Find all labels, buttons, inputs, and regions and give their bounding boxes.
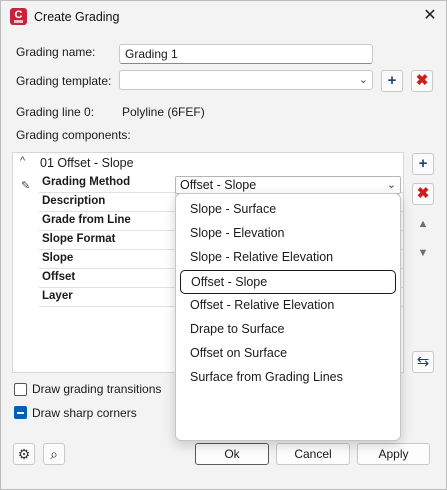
property-name: Description	[42, 195, 106, 207]
draw-transitions-label: Draw grading transitions	[32, 382, 162, 396]
add-component-button[interactable]: +	[412, 153, 434, 175]
gear-icon: ⚙	[17, 446, 31, 462]
swap-icon: ⇆	[416, 353, 430, 370]
move-down-icon: ▼	[417, 247, 429, 259]
grading-line-label: Grading line 0:	[16, 105, 95, 119]
dropdown-option[interactable]: Slope - Surface	[180, 198, 396, 222]
close-button[interactable]: ✕	[417, 4, 443, 30]
property-name: Slope Format	[42, 233, 116, 245]
property-name: Slope	[42, 252, 74, 264]
property-name: Grade from Line	[42, 214, 131, 226]
collapse-caret-icon[interactable]: ^	[20, 155, 25, 167]
draw-sharp-corners-label: Draw sharp corners	[32, 406, 137, 420]
move-up-button[interactable]: ▲	[412, 212, 434, 234]
grading-template-select[interactable]: ⌄	[119, 70, 373, 90]
plus-icon: +	[418, 155, 428, 172]
chevron-down-icon: ⌄	[386, 179, 396, 191]
title-bar: C Create Grading ✕	[1, 1, 446, 33]
swap-button[interactable]: ⇆	[412, 351, 434, 373]
dropdown-option[interactable]: Drape to Surface	[180, 318, 396, 342]
dropdown-option[interactable]: Slope - Elevation	[180, 222, 396, 246]
pencil-icon: ✎	[21, 180, 31, 192]
settings-button[interactable]: ⚙	[13, 443, 35, 465]
dialog-title: Create Grading	[34, 10, 120, 24]
property-name: Layer	[42, 290, 73, 302]
grading-method-dropdown[interactable]: Slope - Surface Slope - Elevation Slope …	[175, 193, 401, 441]
property-name: Grading Method	[42, 176, 131, 188]
zoom-button[interactable]: ⌕	[43, 443, 65, 465]
draw-transitions-checkbox[interactable]	[14, 383, 27, 396]
app-icon: C	[10, 8, 27, 25]
add-template-button[interactable]: +	[381, 70, 403, 92]
ok-button[interactable]: Ok	[195, 443, 269, 465]
property-name: Offset	[42, 271, 76, 283]
move-down-button[interactable]: ▼	[412, 241, 434, 263]
create-grading-dialog: C Create Grading ✕ Grading name: Grading…	[0, 0, 447, 490]
plus-icon: +	[387, 72, 397, 89]
dropdown-option[interactable]: Surface from Grading Lines	[180, 366, 396, 390]
grading-line-value: Polyline (6FEF)	[122, 105, 205, 119]
cancel-button[interactable]: Cancel	[276, 443, 350, 465]
grading-name-label: Grading name:	[16, 45, 96, 59]
apply-button[interactable]: Apply	[357, 443, 430, 465]
app-icon-underline	[14, 20, 23, 23]
grading-method-value: Offset - Slope	[180, 178, 257, 192]
delete-component-button[interactable]: ✖	[412, 183, 434, 205]
close-icon: ✕	[423, 7, 437, 24]
delete-template-button[interactable]: ✖	[411, 70, 433, 92]
move-up-icon: ▲	[417, 218, 429, 230]
delete-icon: ✖	[415, 72, 429, 89]
grading-components-label: Grading components:	[16, 128, 131, 142]
draw-sharp-corners-checkbox[interactable]	[14, 406, 27, 419]
dropdown-option[interactable]: Offset on Surface	[180, 342, 396, 366]
dropdown-option[interactable]: Slope - Relative Elevation	[180, 246, 396, 270]
dropdown-option[interactable]: Offset - Relative Elevation	[180, 294, 396, 318]
grading-method-select[interactable]: Offset - Slope ⌄	[175, 176, 401, 194]
zoom-icon: ⌕	[50, 446, 58, 462]
grading-template-label: Grading template:	[16, 74, 112, 88]
component-title: 01 Offset - Slope	[40, 156, 134, 170]
grading-name-input[interactable]: Grading 1	[119, 44, 373, 64]
delete-icon: ✖	[416, 185, 430, 202]
component-header[interactable]: ^ 01 Offset - Slope	[13, 153, 403, 174]
chevron-down-icon: ⌄	[358, 74, 368, 86]
dropdown-option-selected[interactable]: Offset - Slope	[180, 270, 396, 294]
